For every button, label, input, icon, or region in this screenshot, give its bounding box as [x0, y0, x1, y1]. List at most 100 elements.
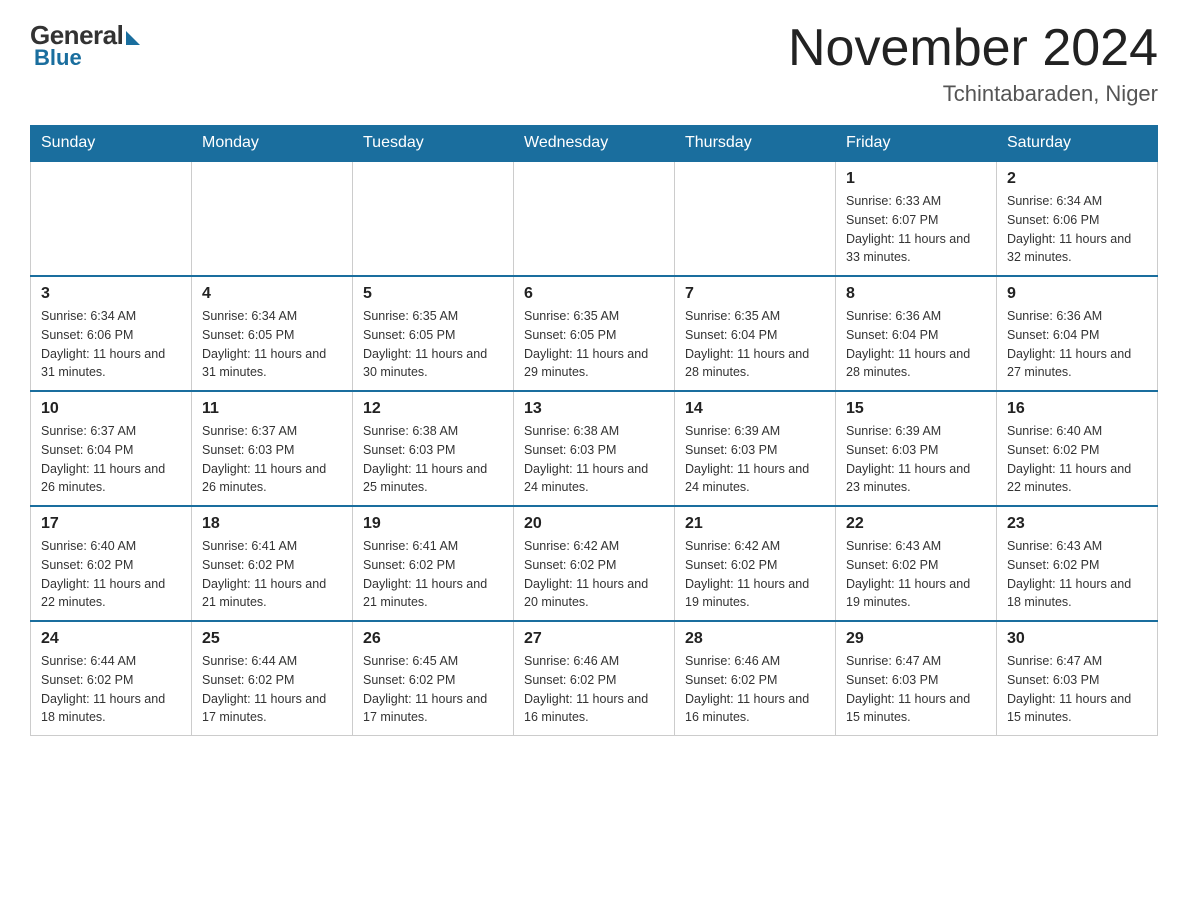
calendar-cell: [192, 161, 353, 276]
calendar-cell: 21 Sunrise: 6:42 AM Sunset: 6:02 PM Dayli…: [675, 506, 836, 621]
day-info: Sunrise: 6:42 AM Sunset: 6:02 PM Dayligh…: [524, 537, 664, 612]
calendar-cell: 14 Sunrise: 6:39 AM Sunset: 6:03 PM Dayli…: [675, 391, 836, 506]
logo-blue-text: Blue: [34, 45, 82, 71]
day-info: Sunrise: 6:36 AM Sunset: 6:04 PM Dayligh…: [1007, 307, 1147, 382]
calendar-cell: 26 Sunrise: 6:45 AM Sunset: 6:02 PM Dayli…: [353, 621, 514, 736]
calendar-cell: 5 Sunrise: 6:35 AM Sunset: 6:05 PM Daylig…: [353, 276, 514, 391]
day-number: 20: [524, 515, 664, 533]
calendar-cell: 8 Sunrise: 6:36 AM Sunset: 6:04 PM Daylig…: [836, 276, 997, 391]
day-number: 28: [685, 630, 825, 648]
day-number: 1: [846, 170, 986, 188]
day-info: Sunrise: 6:35 AM Sunset: 6:05 PM Dayligh…: [363, 307, 503, 382]
week-row-4: 17 Sunrise: 6:40 AM Sunset: 6:02 PM Dayli…: [31, 506, 1158, 621]
day-info: Sunrise: 6:46 AM Sunset: 6:02 PM Dayligh…: [524, 652, 664, 727]
day-info: Sunrise: 6:46 AM Sunset: 6:02 PM Dayligh…: [685, 652, 825, 727]
weekday-header-monday: Monday: [192, 126, 353, 162]
day-info: Sunrise: 6:35 AM Sunset: 6:05 PM Dayligh…: [524, 307, 664, 382]
day-number: 14: [685, 400, 825, 418]
calendar-cell: 16 Sunrise: 6:40 AM Sunset: 6:02 PM Dayli…: [997, 391, 1158, 506]
day-number: 25: [202, 630, 342, 648]
calendar-cell: 1 Sunrise: 6:33 AM Sunset: 6:07 PM Daylig…: [836, 161, 997, 276]
weekday-header-saturday: Saturday: [997, 126, 1158, 162]
day-info: Sunrise: 6:33 AM Sunset: 6:07 PM Dayligh…: [846, 192, 986, 267]
day-info: Sunrise: 6:39 AM Sunset: 6:03 PM Dayligh…: [846, 422, 986, 497]
calendar-cell: 27Sunrise: 6:46 AM Sunset: 6:02 PM Dayli…: [514, 621, 675, 736]
day-number: 12: [363, 400, 503, 418]
calendar-cell: 19 Sunrise: 6:41 AM Sunset: 6:02 PM Dayli…: [353, 506, 514, 621]
day-info: Sunrise: 6:43 AM Sunset: 6:02 PM Dayligh…: [846, 537, 986, 612]
week-row-2: 3Sunrise: 6:34 AM Sunset: 6:06 PM Daylig…: [31, 276, 1158, 391]
calendar-title: November 2024: [788, 20, 1158, 77]
day-info: Sunrise: 6:43 AM Sunset: 6:02 PM Dayligh…: [1007, 537, 1147, 612]
calendar-cell: 17 Sunrise: 6:40 AM Sunset: 6:02 PM Dayli…: [31, 506, 192, 621]
calendar-cell: 18Sunrise: 6:41 AM Sunset: 6:02 PM Dayli…: [192, 506, 353, 621]
day-info: Sunrise: 6:44 AM Sunset: 6:02 PM Dayligh…: [41, 652, 181, 727]
day-number: 15: [846, 400, 986, 418]
day-number: 16: [1007, 400, 1147, 418]
day-info: Sunrise: 6:47 AM Sunset: 6:03 PM Dayligh…: [846, 652, 986, 727]
calendar-cell: 2Sunrise: 6:34 AM Sunset: 6:06 PM Daylig…: [997, 161, 1158, 276]
day-number: 4: [202, 285, 342, 303]
day-info: Sunrise: 6:34 AM Sunset: 6:06 PM Dayligh…: [1007, 192, 1147, 267]
calendar-cell: 24 Sunrise: 6:44 AM Sunset: 6:02 PM Dayli…: [31, 621, 192, 736]
day-info: Sunrise: 6:45 AM Sunset: 6:02 PM Dayligh…: [363, 652, 503, 727]
day-number: 7: [685, 285, 825, 303]
day-number: 22: [846, 515, 986, 533]
day-number: 6: [524, 285, 664, 303]
day-info: Sunrise: 6:37 AM Sunset: 6:04 PM Dayligh…: [41, 422, 181, 497]
day-info: Sunrise: 6:38 AM Sunset: 6:03 PM Dayligh…: [524, 422, 664, 497]
calendar-cell: 23 Sunrise: 6:43 AM Sunset: 6:02 PM Dayli…: [997, 506, 1158, 621]
day-info: Sunrise: 6:41 AM Sunset: 6:02 PM Dayligh…: [363, 537, 503, 612]
day-number: 5: [363, 285, 503, 303]
weekday-header-thursday: Thursday: [675, 126, 836, 162]
calendar-cell: [31, 161, 192, 276]
day-info: Sunrise: 6:39 AM Sunset: 6:03 PM Dayligh…: [685, 422, 825, 497]
day-info: Sunrise: 6:37 AM Sunset: 6:03 PM Dayligh…: [202, 422, 342, 497]
calendar-cell: 6 Sunrise: 6:35 AM Sunset: 6:05 PM Daylig…: [514, 276, 675, 391]
calendar-cell: 28 Sunrise: 6:46 AM Sunset: 6:02 PM Dayli…: [675, 621, 836, 736]
day-number: 17: [41, 515, 181, 533]
title-block: November 2024 Tchintabaraden, Niger: [788, 20, 1158, 107]
calendar-cell: 22 Sunrise: 6:43 AM Sunset: 6:02 PM Dayli…: [836, 506, 997, 621]
calendar-cell: 20 Sunrise: 6:42 AM Sunset: 6:02 PM Dayli…: [514, 506, 675, 621]
day-info: Sunrise: 6:35 AM Sunset: 6:04 PM Dayligh…: [685, 307, 825, 382]
calendar-cell: 15 Sunrise: 6:39 AM Sunset: 6:03 PM Dayli…: [836, 391, 997, 506]
calendar-cell: 7 Sunrise: 6:35 AM Sunset: 6:04 PM Daylig…: [675, 276, 836, 391]
weekday-header-wednesday: Wednesday: [514, 126, 675, 162]
calendar-cell: [675, 161, 836, 276]
day-number: 30: [1007, 630, 1147, 648]
day-number: 24: [41, 630, 181, 648]
calendar-subtitle: Tchintabaraden, Niger: [788, 81, 1158, 107]
weekday-header-row: SundayMondayTuesdayWednesdayThursdayFrid…: [31, 126, 1158, 162]
day-info: Sunrise: 6:40 AM Sunset: 6:02 PM Dayligh…: [41, 537, 181, 612]
calendar-cell: 13 Sunrise: 6:38 AM Sunset: 6:03 PM Dayli…: [514, 391, 675, 506]
day-number: 19: [363, 515, 503, 533]
day-info: Sunrise: 6:38 AM Sunset: 6:03 PM Dayligh…: [363, 422, 503, 497]
day-number: 9: [1007, 285, 1147, 303]
calendar-cell: [514, 161, 675, 276]
calendar-cell: 30Sunrise: 6:47 AM Sunset: 6:03 PM Dayli…: [997, 621, 1158, 736]
calendar-cell: 10 Sunrise: 6:37 AM Sunset: 6:04 PM Dayli…: [31, 391, 192, 506]
week-row-3: 10 Sunrise: 6:37 AM Sunset: 6:04 PM Dayli…: [31, 391, 1158, 506]
day-number: 8: [846, 285, 986, 303]
day-number: 26: [363, 630, 503, 648]
page-header: General Blue November 2024 Tchintabarade…: [30, 20, 1158, 107]
calendar-cell: 25 Sunrise: 6:44 AM Sunset: 6:02 PM Dayli…: [192, 621, 353, 736]
day-info: Sunrise: 6:44 AM Sunset: 6:02 PM Dayligh…: [202, 652, 342, 727]
week-row-5: 24 Sunrise: 6:44 AM Sunset: 6:02 PM Dayli…: [31, 621, 1158, 736]
day-number: 21: [685, 515, 825, 533]
day-number: 13: [524, 400, 664, 418]
day-info: Sunrise: 6:42 AM Sunset: 6:02 PM Dayligh…: [685, 537, 825, 612]
day-info: Sunrise: 6:36 AM Sunset: 6:04 PM Dayligh…: [846, 307, 986, 382]
calendar-table: SundayMondayTuesdayWednesdayThursdayFrid…: [30, 125, 1158, 736]
calendar-cell: 12 Sunrise: 6:38 AM Sunset: 6:03 PM Dayli…: [353, 391, 514, 506]
weekday-header-tuesday: Tuesday: [353, 126, 514, 162]
weekday-header-friday: Friday: [836, 126, 997, 162]
day-info: Sunrise: 6:34 AM Sunset: 6:05 PM Dayligh…: [202, 307, 342, 382]
day-info: Sunrise: 6:40 AM Sunset: 6:02 PM Dayligh…: [1007, 422, 1147, 497]
day-number: 23: [1007, 515, 1147, 533]
day-number: 18: [202, 515, 342, 533]
day-number: 10: [41, 400, 181, 418]
calendar-cell: 11Sunrise: 6:37 AM Sunset: 6:03 PM Dayli…: [192, 391, 353, 506]
day-number: 3: [41, 285, 181, 303]
